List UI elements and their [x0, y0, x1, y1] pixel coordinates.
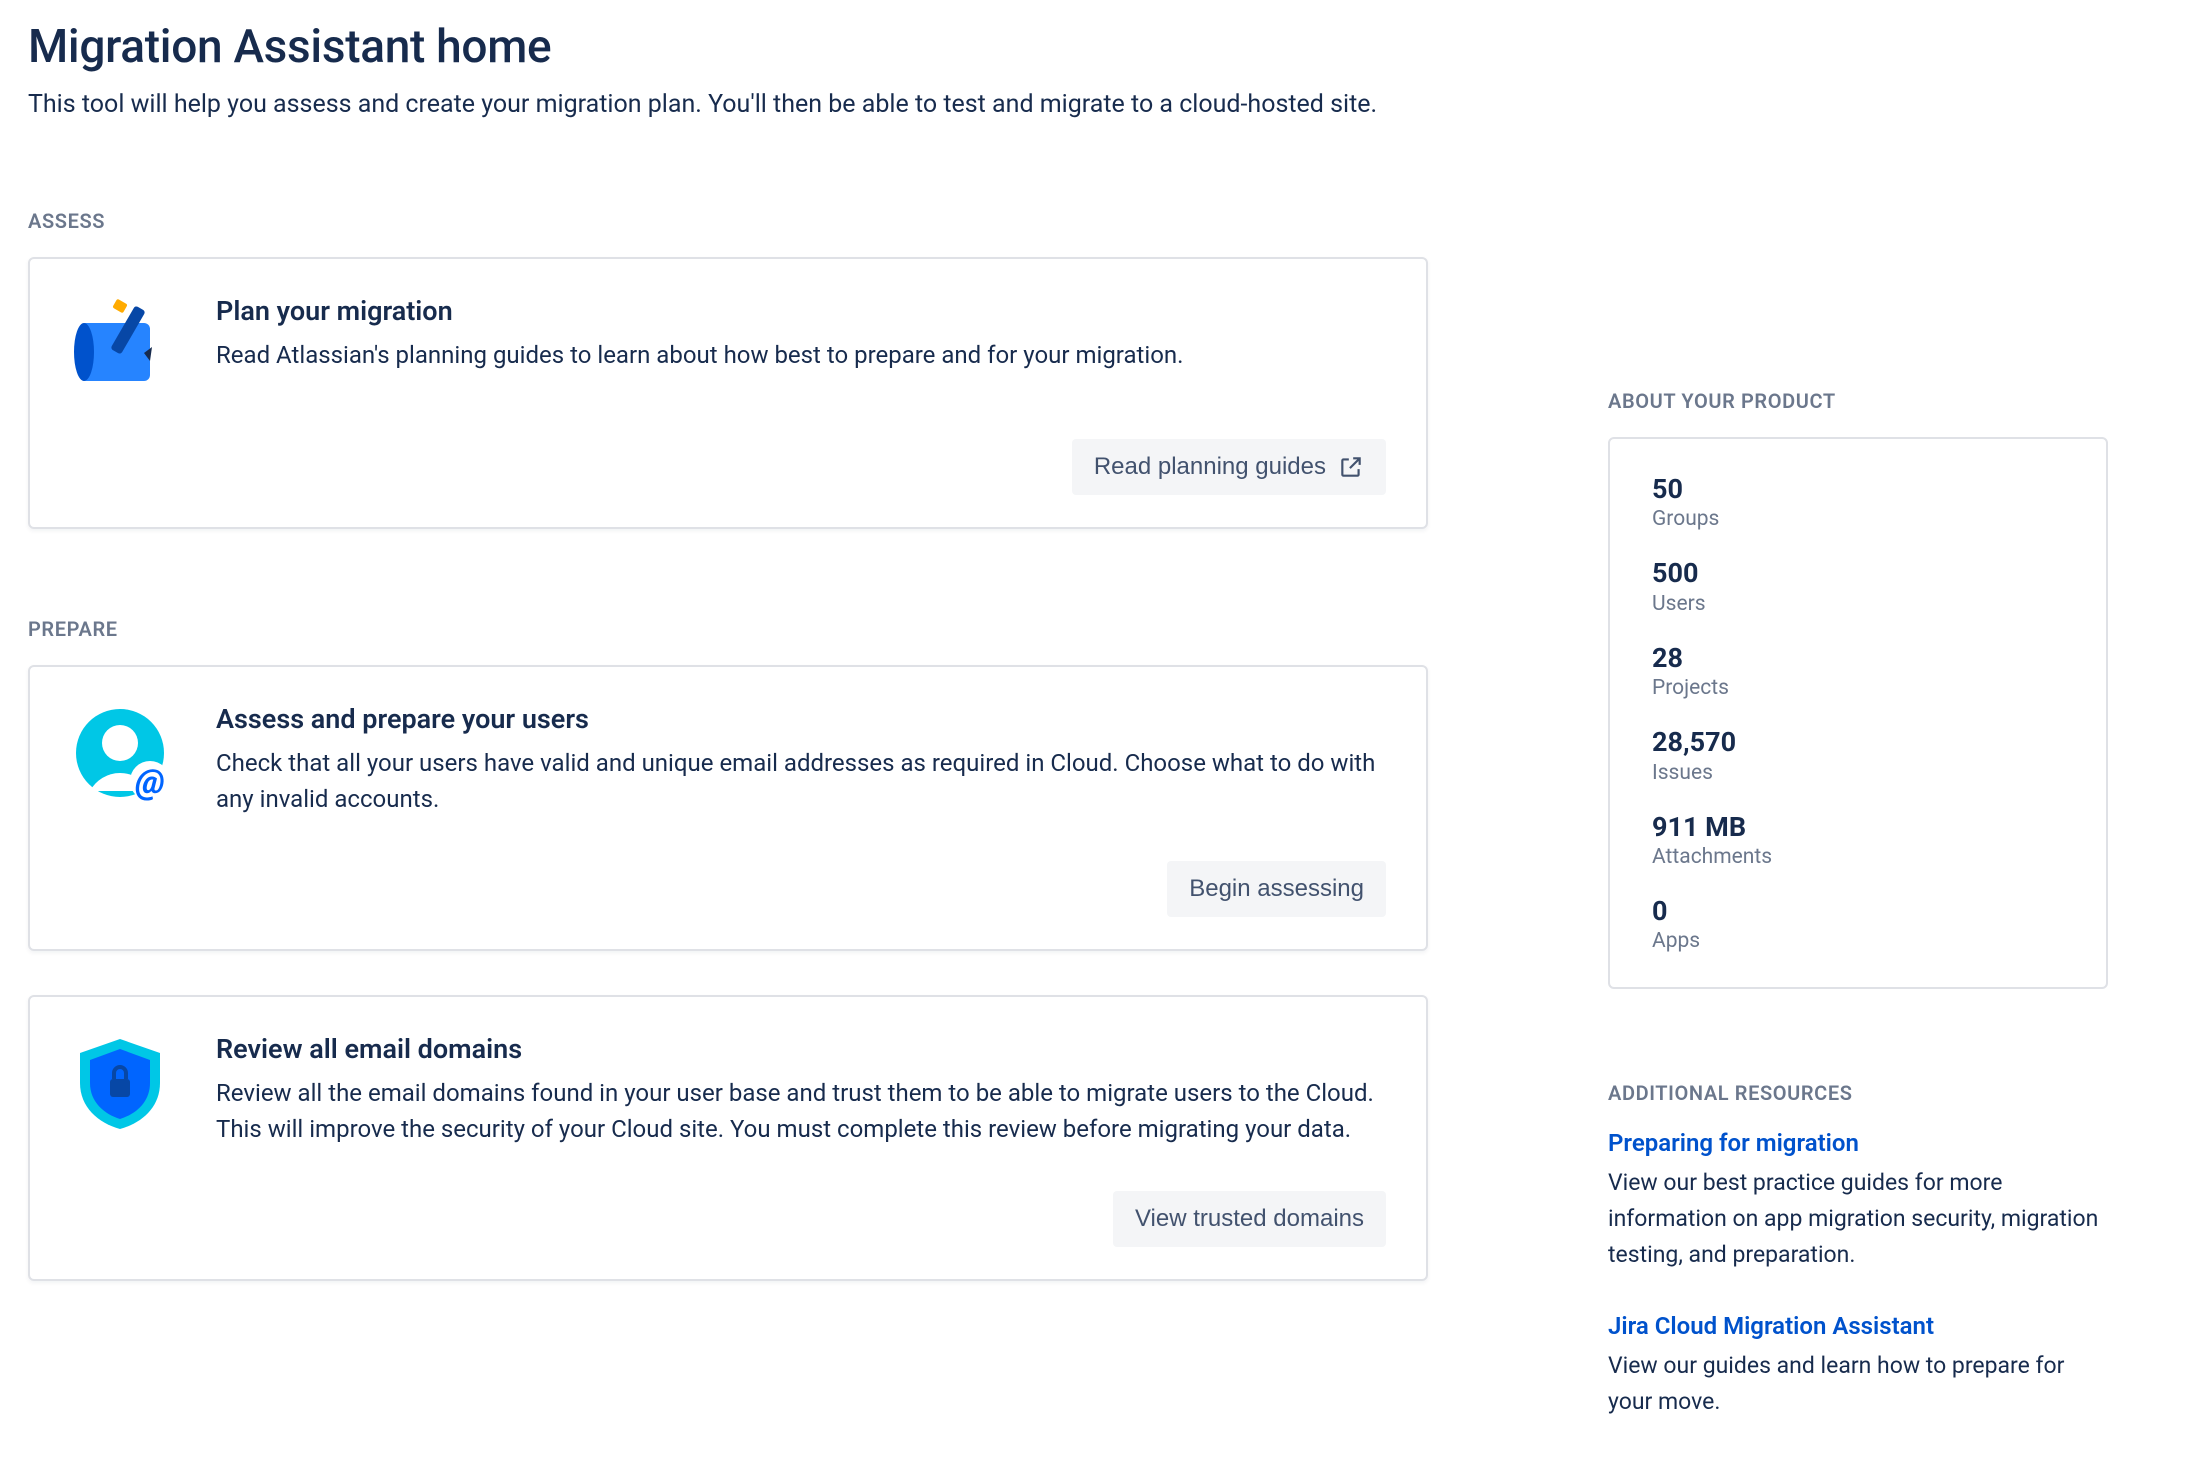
user-at-icon: @	[70, 703, 170, 803]
card-plan-desc: Read Atlassian's planning guides to lear…	[216, 337, 1386, 373]
section-label-resources: ADDITIONAL RESOURCES	[1608, 1081, 2108, 1105]
section-label-about: ABOUT YOUR PRODUCT	[1608, 389, 2108, 413]
resource-preparing-desc: View our best practice guides for more i…	[1608, 1165, 2108, 1272]
card-review-domains: Review all email domains Review all the …	[28, 995, 1428, 1281]
begin-assessing-button[interactable]: Begin assessing	[1167, 861, 1386, 917]
card-plan-migration: Plan your migration Read Atlassian's pla…	[28, 257, 1428, 529]
view-trusted-domains-button[interactable]: View trusted domains	[1113, 1191, 1386, 1247]
stat-users-label: Users	[1652, 592, 2064, 616]
card-users-desc: Check that all your users have valid and…	[216, 745, 1386, 817]
card-assess-users: @ Assess and prepare your users Check th…	[28, 665, 1428, 951]
stat-apps-label: Apps	[1652, 929, 2064, 953]
stat-groups-value: 50	[1652, 473, 2064, 505]
section-label-prepare: PREPARE	[28, 617, 1428, 641]
shield-lock-icon	[70, 1033, 170, 1133]
stat-users: 500 Users	[1652, 557, 2064, 615]
view-trusted-domains-label: View trusted domains	[1135, 1205, 1364, 1233]
plan-scroll-pencil-icon	[70, 295, 170, 395]
stat-issues-label: Issues	[1652, 761, 2064, 785]
card-users-title: Assess and prepare your users	[216, 703, 1386, 735]
stat-groups-label: Groups	[1652, 507, 2064, 531]
page-subtitle: This tool will help you assess and creat…	[28, 90, 2164, 119]
card-plan-title: Plan your migration	[216, 295, 1386, 327]
svg-text:@: @	[135, 762, 165, 802]
stat-apps: 0Apps	[1652, 895, 2064, 953]
stat-issues: 28,570 Issues	[1652, 726, 2064, 784]
stat-groups: 50Groups	[1652, 473, 2064, 531]
stat-attachments-value: 911 MB	[1652, 811, 2064, 843]
read-planning-guides-button[interactable]: Read planning guides	[1072, 439, 1386, 495]
begin-assessing-label: Begin assessing	[1189, 875, 1364, 903]
read-planning-guides-label: Read planning guides	[1094, 453, 1326, 481]
resource-preparing: Preparing for migration View our best pr…	[1608, 1129, 2108, 1272]
stat-projects: 28Projects	[1652, 642, 2064, 700]
external-link-icon	[1338, 454, 1364, 480]
about-product-card: 50Groups 500Users 28Projects 28,570Issue…	[1608, 437, 2108, 989]
resource-preparing-link[interactable]: Preparing for migration	[1608, 1129, 1859, 1157]
stat-users-value: 500	[1652, 557, 2064, 589]
stat-apps-value: 0	[1652, 895, 2064, 927]
resource-jcma-link[interactable]: Jira Cloud Migration Assistant	[1608, 1312, 1934, 1340]
stat-projects-value: 28	[1652, 642, 2064, 674]
resource-jcma-desc: View our guides and learn how to prepare…	[1608, 1348, 2108, 1419]
stat-attachments-label: Attachments	[1652, 845, 2064, 869]
stat-attachments: 911 MBAttachments	[1652, 811, 2064, 869]
section-label-assess: ASSESS	[28, 209, 1428, 233]
stat-projects-label: Projects	[1652, 676, 2064, 700]
stat-issues-value: 28,570	[1652, 726, 2064, 758]
card-domains-desc: Review all the email domains found in yo…	[216, 1075, 1386, 1147]
resource-jcma: Jira Cloud Migration Assistant View our …	[1608, 1312, 2108, 1419]
card-domains-title: Review all email domains	[216, 1033, 1386, 1065]
page-title: Migration Assistant home	[28, 20, 2164, 74]
